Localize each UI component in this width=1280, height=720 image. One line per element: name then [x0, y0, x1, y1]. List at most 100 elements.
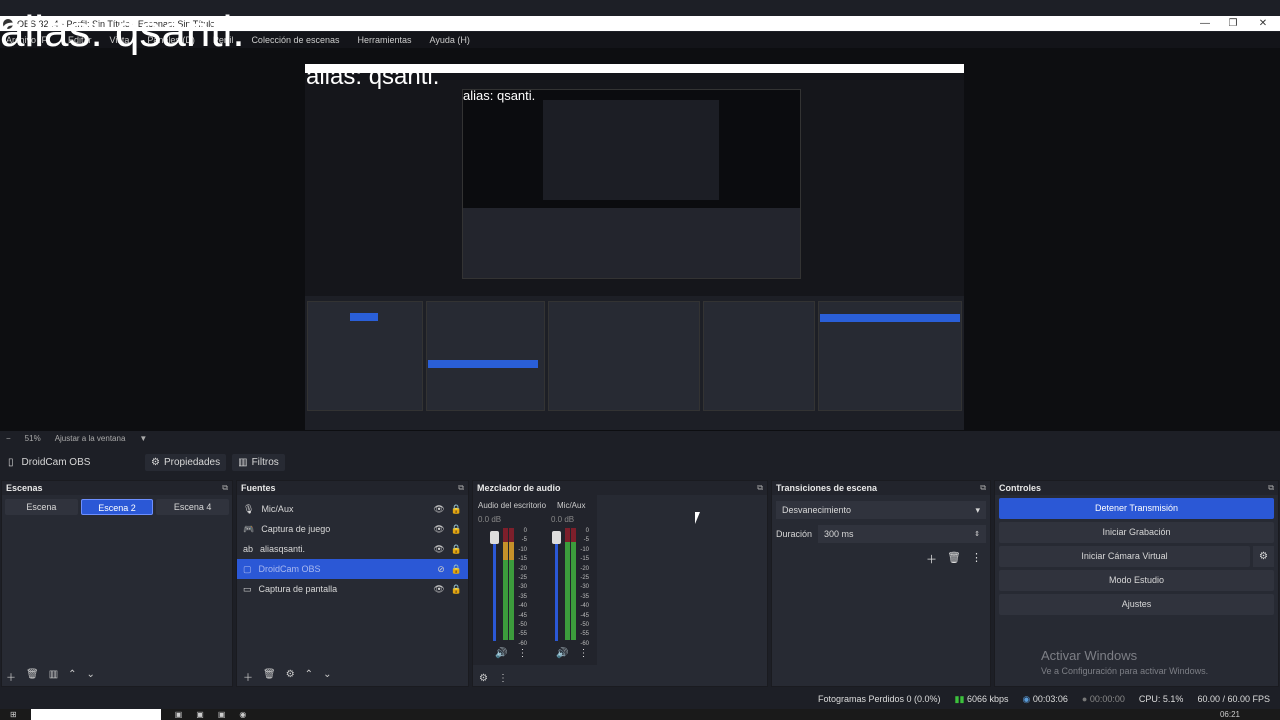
- scale-tick: -30: [580, 584, 589, 591]
- taskbar-search-box[interactable]: [30, 709, 161, 720]
- sources-header: Fuentes ⧉: [237, 481, 468, 495]
- scene-item[interactable]: Escena 4: [156, 499, 229, 515]
- eye-icon[interactable]: 👁: [433, 504, 444, 515]
- zoom-out-button[interactable]: −: [6, 431, 11, 446]
- preview-area[interactable]: alias: qsanti. alias: qsanti.: [0, 48, 1280, 431]
- menu-tools[interactable]: Herramientas: [358, 32, 412, 48]
- scale-tick: -50: [518, 622, 527, 629]
- fader-knob[interactable]: [490, 531, 499, 544]
- move-down-icon[interactable]: ⌄: [323, 669, 331, 684]
- move-down-icon[interactable]: ⌄: [87, 669, 95, 684]
- sources-title: Fuentes: [241, 483, 276, 493]
- dock-undock-icon[interactable]: ⧉: [980, 483, 986, 493]
- dock-undock-icon[interactable]: ⧉: [458, 483, 464, 493]
- lock-icon[interactable]: 🔒: [451, 584, 462, 595]
- cpu-usage: CPU: 5.1%: [1138, 694, 1184, 704]
- zoom-bar: − 51% Ajustar a la ventana ▼: [0, 431, 1280, 446]
- advanced-audio-icon[interactable]: ⚙: [479, 673, 488, 684]
- preview-nested-dock: [463, 208, 800, 278]
- scale-tick: -5: [521, 537, 527, 544]
- speaker-icon[interactable]: 🔊: [556, 648, 568, 659]
- signal-icon: ▮▮: [954, 693, 965, 704]
- maximize-button[interactable]: ❐: [1218, 16, 1248, 31]
- scale-tick: -20: [518, 565, 527, 572]
- eye-icon[interactable]: 👁: [433, 544, 444, 555]
- camera-source-icon: ▯: [8, 456, 14, 468]
- dock-undock-icon[interactable]: ⧉: [757, 483, 763, 493]
- eye-hidden-icon[interactable]: ⊘: [437, 564, 445, 575]
- settings-button[interactable]: Ajustes: [999, 594, 1274, 615]
- lock-icon[interactable]: 🔒: [451, 544, 462, 555]
- properties-button[interactable]: ⚙ Propiedades: [145, 453, 227, 471]
- kebab-menu-icon[interactable]: ⋮: [517, 648, 527, 659]
- add-icon[interactable]: ＋: [243, 669, 253, 684]
- trash-icon[interactable]: 🗑: [263, 669, 276, 684]
- filter-icon[interactable]: ▥: [49, 669, 58, 684]
- lock-icon[interactable]: 🔒: [451, 504, 462, 515]
- taskbar-app-icon[interactable]: ▣: [196, 710, 204, 719]
- studio-mode-button[interactable]: Modo Estudio: [999, 570, 1274, 591]
- source-item-game-capture[interactable]: 🎮 Captura de juego 👁 🔒: [237, 519, 468, 539]
- taskbar-app-icon[interactable]: ◉: [239, 710, 246, 719]
- menu-help[interactable]: Ayuda (H): [430, 32, 470, 48]
- fader-knob[interactable]: [552, 531, 561, 544]
- virtual-camera-settings-gear-icon[interactable]: ⚙: [1253, 546, 1274, 567]
- selected-source-label: DroidCam OBS: [21, 456, 91, 468]
- minimize-button[interactable]: —: [1190, 16, 1220, 31]
- start-virtual-camera-button[interactable]: Iniciar Cámara Virtual: [999, 546, 1250, 567]
- source-item-droidcam[interactable]: ▢ DroidCam OBS ⊘ 🔒: [237, 559, 468, 579]
- speaker-icon[interactable]: 🔊: [495, 648, 507, 659]
- record-icon: ●: [1081, 694, 1088, 704]
- transitions-panel: Transiciones de escena ⧉ Desvanecimiento…: [771, 480, 991, 687]
- lock-icon[interactable]: 🔒: [451, 524, 462, 535]
- preview-stop-highlight: [820, 314, 960, 322]
- preview-mixer-panel: [548, 301, 700, 411]
- taskbar-app-icon[interactable]: ▣: [218, 710, 226, 719]
- taskbar-app-icon[interactable]: ▣: [175, 710, 183, 719]
- scale-tick: -10: [580, 546, 589, 553]
- status-bar: Fotogramas Perdidos 0 (0.0%) ▮▮ 6066 kbp…: [0, 690, 1280, 708]
- mic-aux-controls: 🔊 ⋮: [556, 648, 588, 659]
- filters-button[interactable]: ▥ Filtros: [232, 453, 285, 471]
- eye-icon[interactable]: 👁: [433, 524, 444, 535]
- stop-streaming-button[interactable]: Detener Transmisión: [999, 498, 1274, 519]
- mic-aux-fader[interactable]: [552, 531, 561, 641]
- dock-undock-icon[interactable]: ⧉: [222, 483, 228, 493]
- add-icon[interactable]: ＋: [6, 669, 16, 684]
- transition-select[interactable]: Desvanecimiento ▾: [776, 501, 986, 519]
- kebab-menu-icon[interactable]: ⋮: [971, 551, 982, 567]
- scene-item-active[interactable]: Escena 2: [80, 499, 154, 515]
- zoom-level: 51%: [24, 434, 41, 443]
- gear-icon[interactable]: ⚙: [286, 669, 295, 684]
- menu-scene-collection[interactable]: Colección de escenas: [251, 32, 339, 48]
- dock-undock-icon[interactable]: ⧉: [1268, 483, 1274, 493]
- scene-item[interactable]: Escena: [5, 499, 78, 515]
- source-item-display-capture[interactable]: ▭ Captura de pantalla 👁 🔒: [237, 579, 468, 599]
- mic-aux-scale: 0 -5 -10 -15 -20 -25 -30 -35 -40 -45 -50 -55 -60: [573, 527, 589, 649]
- kebab-menu-icon[interactable]: ⋮: [578, 648, 588, 659]
- windows-start-icon[interactable]: ⊞: [10, 710, 17, 719]
- scale-tick: -45: [580, 612, 589, 619]
- duration-input[interactable]: 300 ms ⇕: [818, 525, 986, 543]
- scale-tick: -55: [580, 631, 589, 638]
- preview-canvas[interactable]: alias: qsanti. alias: qsanti.: [305, 64, 964, 430]
- text-icon: ab: [243, 544, 254, 554]
- add-icon[interactable]: ＋: [926, 551, 937, 567]
- close-button[interactable]: ✕: [1248, 16, 1278, 31]
- lock-icon[interactable]: 🔒: [451, 564, 462, 575]
- zoom-dropdown-icon[interactable]: ▼: [139, 431, 147, 446]
- eye-icon[interactable]: 👁: [433, 584, 444, 595]
- sources-toolbar: ＋ 🗑 ⚙ ⌃ ⌄: [243, 669, 331, 684]
- transitions-header: Transiciones de escena ⧉: [772, 481, 990, 495]
- source-item-text[interactable]: ab aliasqsanti. 👁 🔒: [237, 539, 468, 559]
- start-recording-button[interactable]: Iniciar Grabación: [999, 522, 1274, 543]
- source-item-mic-aux[interactable]: 🎙 Mic/Aux 👁 🔒: [237, 499, 468, 519]
- desktop-audio-fader[interactable]: [490, 531, 499, 641]
- trash-icon[interactable]: 🗑: [947, 551, 961, 567]
- move-up-icon[interactable]: ⌃: [305, 669, 313, 684]
- trash-icon[interactable]: 🗑: [26, 669, 39, 684]
- move-up-icon[interactable]: ⌃: [68, 669, 76, 684]
- kebab-menu-icon[interactable]: ⋮: [498, 673, 508, 684]
- spinner-icon[interactable]: ⇕: [974, 530, 980, 538]
- scale-tick: 0: [585, 528, 589, 534]
